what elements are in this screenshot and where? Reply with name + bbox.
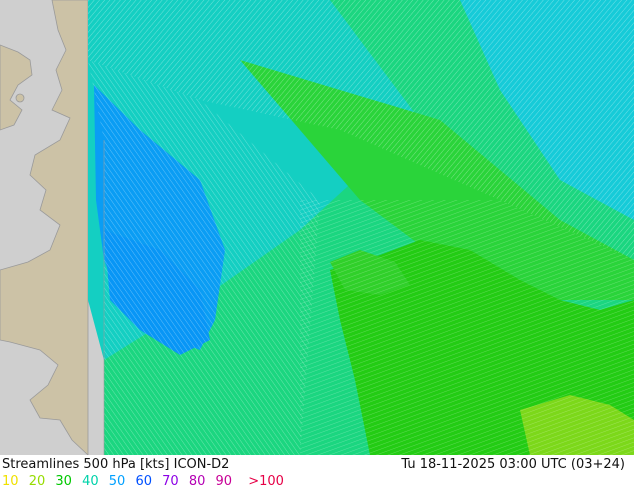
- legend-item: 80: [188, 474, 206, 489]
- island: [15, 93, 25, 103]
- legend-item: 70: [162, 474, 179, 489]
- legend-item: 30: [55, 474, 72, 489]
- legend-item: 10: [2, 474, 19, 489]
- streamline-map: [0, 0, 634, 455]
- wind-speed-legend: 10 20 30 40 50 60 70 80 90 >100: [2, 474, 290, 489]
- weather-map-view: Streamlines 500 hPa [kts] ICON-D2 Tu 18-…: [0, 0, 634, 490]
- legend-item: 50: [108, 474, 126, 489]
- legend-item: 60: [135, 474, 152, 489]
- streamlines-south: [300, 200, 634, 455]
- legend-item: 20: [28, 474, 46, 489]
- legend-item: 40: [82, 474, 99, 489]
- legend-item: >100: [248, 474, 284, 489]
- valid-time: Tu 18-11-2025 03:00 UTC (03+24): [401, 457, 625, 472]
- map-title: Streamlines 500 hPa [kts] ICON-D2: [2, 457, 230, 472]
- legend-item: 90: [215, 474, 233, 489]
